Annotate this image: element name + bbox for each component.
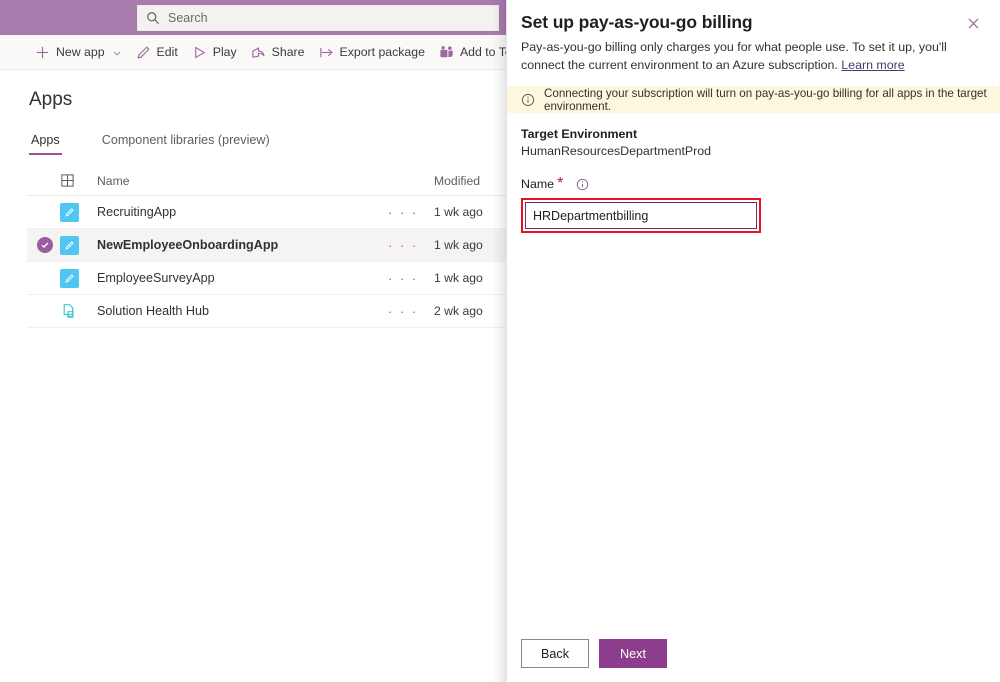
ellipsis-icon: · · · bbox=[388, 205, 418, 220]
row-more-actions[interactable]: · · · bbox=[388, 205, 434, 220]
canvas-app-icon bbox=[60, 236, 79, 255]
panel-header: Set up pay-as-you-go billing Pay-as-you-… bbox=[507, 0, 1000, 74]
panel-description: Pay-as-you-go billing only charges you f… bbox=[521, 39, 971, 74]
grid-icon bbox=[60, 173, 75, 188]
row-more-actions[interactable]: · · · bbox=[388, 271, 434, 286]
info-icon bbox=[521, 93, 535, 107]
ellipsis-icon: · · · bbox=[388, 238, 418, 253]
tab-component-libraries[interactable]: Component libraries (preview) bbox=[100, 133, 272, 155]
row-modified: 1 wk ago bbox=[434, 271, 506, 285]
name-label: Name bbox=[521, 177, 554, 191]
row-more-actions[interactable]: · · · bbox=[388, 304, 434, 319]
list-header-row: Name Modified bbox=[27, 166, 506, 196]
tab-apps[interactable]: Apps bbox=[29, 133, 62, 155]
tab-strip: Apps Component libraries (preview) bbox=[29, 129, 310, 155]
maker-portal-pane: New app Edit bbox=[0, 0, 506, 682]
command-export-package[interactable]: Export package bbox=[312, 35, 432, 70]
share-icon bbox=[251, 45, 266, 60]
row-modified: 1 wk ago bbox=[434, 238, 506, 252]
app-root: New app Edit bbox=[0, 0, 1000, 682]
pencil-icon bbox=[136, 45, 151, 60]
row-modified: 1 wk ago bbox=[434, 205, 506, 219]
command-label: Edit bbox=[157, 45, 178, 59]
target-environment-label: Target Environment bbox=[521, 127, 986, 141]
check-circle-icon[interactable] bbox=[37, 237, 53, 253]
header-name[interactable]: Name bbox=[97, 174, 388, 188]
command-label: Share bbox=[272, 45, 305, 59]
command-label: Add to Teams bbox=[460, 45, 506, 59]
command-play[interactable]: Play bbox=[185, 35, 244, 70]
learn-more-link[interactable]: Learn more bbox=[841, 58, 904, 72]
command-share[interactable]: Share bbox=[244, 35, 312, 70]
info-banner-text: Connecting your subscription will turn o… bbox=[544, 87, 1000, 113]
plus-icon bbox=[35, 45, 50, 60]
chevron-down-icon bbox=[112, 47, 122, 57]
row-name[interactable]: Solution Health Hub bbox=[97, 304, 388, 318]
close-icon bbox=[967, 17, 980, 33]
info-banner: Connecting your subscription will turn o… bbox=[507, 86, 1000, 113]
top-navigation-bar bbox=[0, 0, 506, 35]
required-marker: * bbox=[557, 175, 563, 193]
row-modified: 2 wk ago bbox=[434, 304, 506, 318]
command-label: Play bbox=[213, 45, 237, 59]
info-icon[interactable] bbox=[576, 178, 589, 191]
next-button[interactable]: Next bbox=[599, 639, 667, 668]
canvas-app-icon bbox=[60, 269, 79, 288]
target-environment-value: HumanResourcesDepartmentProd bbox=[521, 144, 986, 158]
table-row[interactable]: EmployeeSurveyApp · · · 1 wk ago bbox=[27, 262, 506, 295]
solution-doc-icon bbox=[60, 302, 79, 321]
back-button[interactable]: Back bbox=[521, 639, 589, 668]
row-icon-cell bbox=[60, 269, 97, 288]
search-icon bbox=[146, 11, 160, 25]
header-icon-cell bbox=[60, 173, 97, 188]
search-box[interactable] bbox=[137, 5, 499, 31]
pay-as-you-go-panel: Set up pay-as-you-go billing Pay-as-you-… bbox=[506, 0, 1000, 682]
ellipsis-icon: · · · bbox=[388, 271, 418, 286]
command-new-app[interactable]: New app bbox=[28, 35, 129, 70]
command-add-to-teams[interactable]: Add to Teams bbox=[432, 35, 506, 70]
command-label: New app bbox=[56, 45, 105, 59]
command-bar: New app Edit bbox=[0, 35, 506, 70]
teams-icon bbox=[439, 45, 454, 60]
panel-title: Set up pay-as-you-go billing bbox=[521, 12, 978, 33]
search-input[interactable] bbox=[168, 11, 490, 25]
header-modified[interactable]: Modified bbox=[434, 174, 506, 188]
row-name[interactable]: NewEmployeeOnboardingApp bbox=[97, 238, 388, 252]
row-name[interactable]: EmployeeSurveyApp bbox=[97, 271, 388, 285]
name-input-highlight bbox=[521, 198, 761, 233]
close-button[interactable] bbox=[960, 12, 986, 38]
page-title: Apps bbox=[29, 89, 72, 111]
name-label-row: Name * bbox=[521, 175, 986, 193]
row-name[interactable]: RecruitingApp bbox=[97, 205, 388, 219]
export-icon bbox=[319, 45, 334, 60]
command-label: Export package bbox=[340, 45, 425, 59]
table-row[interactable]: Solution Health Hub · · · 2 wk ago bbox=[27, 295, 506, 328]
play-icon bbox=[192, 45, 207, 60]
row-icon-cell bbox=[60, 302, 97, 321]
apps-list: Name Modified RecruitingApp · · · bbox=[27, 166, 506, 328]
canvas-app-icon bbox=[60, 203, 79, 222]
panel-body: Target Environment HumanResourcesDepartm… bbox=[507, 113, 1000, 233]
ellipsis-icon: · · · bbox=[388, 304, 418, 319]
table-row[interactable]: RecruitingApp · · · 1 wk ago bbox=[27, 196, 506, 229]
name-input[interactable] bbox=[525, 202, 757, 229]
row-more-actions[interactable]: · · · bbox=[388, 238, 434, 253]
command-edit[interactable]: Edit bbox=[129, 35, 185, 70]
table-row[interactable]: NewEmployeeOnboardingApp · · · 1 wk ago bbox=[27, 229, 506, 262]
row-icon-cell bbox=[60, 236, 97, 255]
row-icon-cell bbox=[60, 203, 97, 222]
panel-footer: Back Next bbox=[507, 639, 1000, 682]
row-check-cell[interactable] bbox=[27, 237, 60, 253]
